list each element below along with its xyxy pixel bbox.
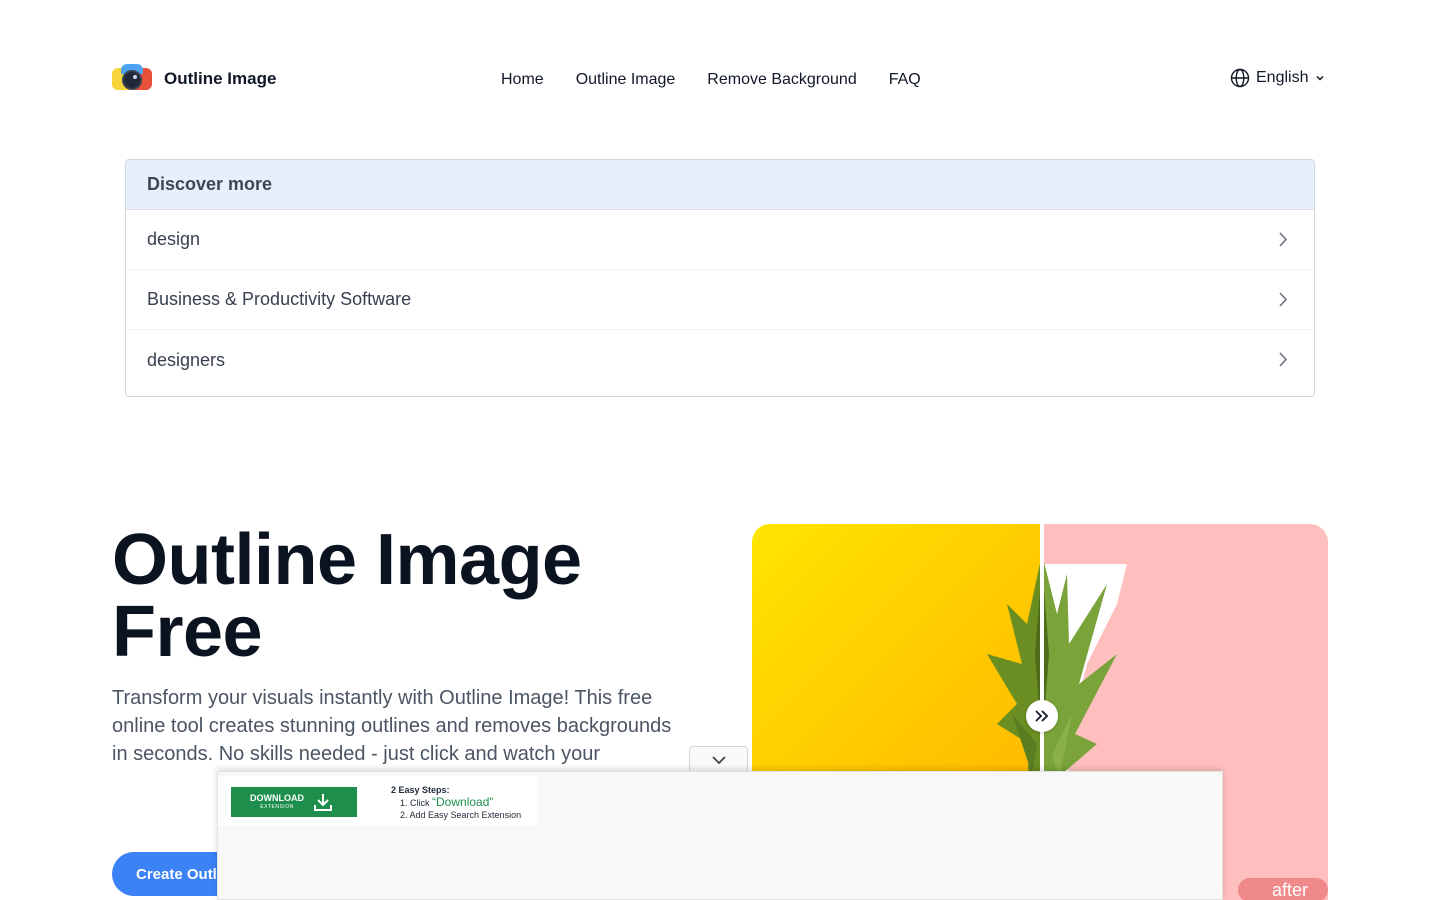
ad-collapse-toggle[interactable] <box>689 746 748 772</box>
main-nav: Home Outline Image Remove Background FAQ <box>501 68 921 92</box>
nav-home[interactable]: Home <box>501 68 544 92</box>
discover-item-label: designers <box>147 349 226 370</box>
ad-content: DOWNLOAD EXTENSION 2 Easy Steps: 1. Clic… <box>218 776 538 826</box>
ad-step-1-highlight: “Download” <box>432 795 494 809</box>
download-button-text: DOWNLOAD EXTENSION <box>241 793 313 811</box>
language-selector[interactable]: English <box>1230 68 1326 88</box>
hero-title-line-1: Outline Image <box>112 520 582 600</box>
logo[interactable]: Outline Image <box>112 64 276 94</box>
globe-icon <box>1230 68 1250 88</box>
language-label: English <box>1256 69 1309 86</box>
double-chevron-right-icon <box>1035 710 1049 722</box>
logo-text: Outline Image <box>164 69 277 88</box>
discover-item-design[interactable]: design <box>126 210 1314 270</box>
download-button-sub: EXTENSION <box>260 804 294 810</box>
site-header: Outline Image Home Outline Image Remove … <box>0 0 1440 160</box>
discover-item-designers[interactable]: designers <box>126 330 1314 390</box>
discover-item-business-software[interactable]: Business & Productivity Software <box>126 270 1314 330</box>
hero-description: Transform your visuals instantly with Ou… <box>112 687 672 765</box>
download-icon <box>314 794 332 811</box>
discover-item-label: Business & Productivity Software <box>147 289 412 309</box>
camera-logo-icon <box>112 64 152 94</box>
ad-step-1: 1. Click “Download” <box>391 796 521 809</box>
discover-more-title: Discover more <box>126 160 1314 210</box>
ad-step-1-prefix: 1. Click <box>400 798 433 808</box>
chevron-right-icon <box>1279 352 1288 367</box>
download-extension-button[interactable]: DOWNLOAD EXTENSION <box>231 787 357 817</box>
ad-banner: DOWNLOAD EXTENSION 2 Easy Steps: 1. Clic… <box>217 771 1223 900</box>
ad-step-2: 2. Add Easy Search Extension <box>400 810 522 820</box>
chevron-down-icon <box>711 755 726 764</box>
chevron-right-icon <box>1279 291 1288 307</box>
discover-more-panel: Discover more design Business & Producti… <box>125 159 1315 397</box>
after-label: after <box>1238 878 1328 900</box>
nav-faq[interactable]: FAQ <box>889 68 921 92</box>
chevron-down-icon <box>1316 75 1325 81</box>
ad-steps: 2 Easy Steps: 1. Click “Download” 2. Add… <box>391 784 521 821</box>
compare-slider-handle[interactable] <box>1026 700 1058 732</box>
nav-outline-image[interactable]: Outline Image <box>576 68 676 92</box>
nav-remove-background[interactable]: Remove Background <box>707 68 856 92</box>
discover-item-label: design <box>147 229 201 249</box>
chevron-right-icon <box>1279 231 1288 247</box>
hero-title-line-2: Free <box>112 592 263 672</box>
hero-title: Outline Image Free <box>112 524 732 668</box>
download-button-main: DOWNLOAD <box>250 793 304 803</box>
